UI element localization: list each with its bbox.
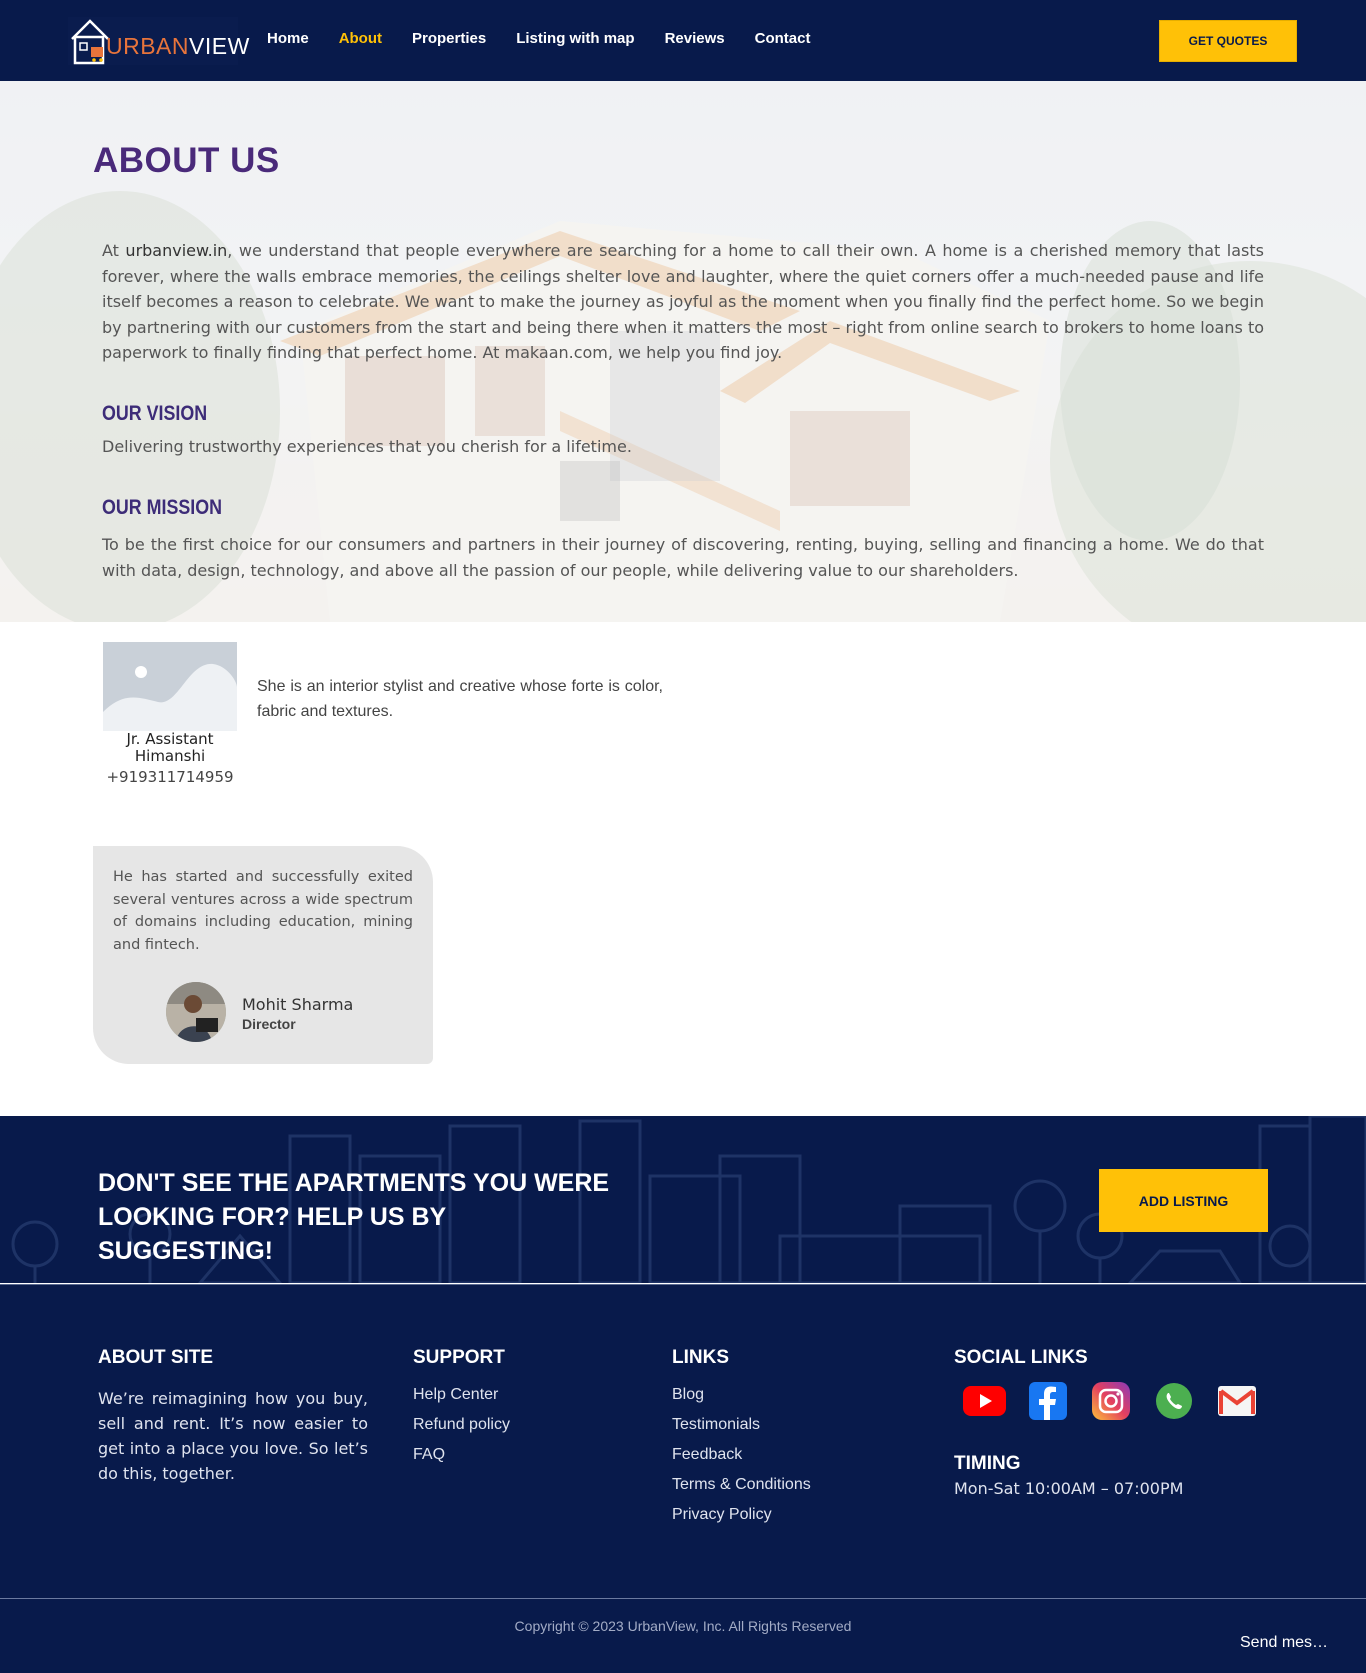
team-member-photo-placeholder <box>103 642 237 731</box>
person-photo-icon <box>166 982 226 1042</box>
footer-link-testimonials[interactable]: Testimonials <box>672 1416 811 1446</box>
team-member-phone[interactable]: +919311714959 <box>95 768 245 786</box>
suggest-listing-banner: DON'T SEE THE APARTMENTS YOU WERE LOOKIN… <box>0 1116 1366 1283</box>
footer-link-feedback[interactable]: Feedback <box>672 1446 811 1476</box>
vision-heading: OUR VISION <box>102 402 208 425</box>
vision-text: Delivering trustworthy experiences that … <box>102 437 632 456</box>
whatsapp-icon[interactable] <box>1152 1379 1195 1422</box>
urbanview-logo[interactable]: URBANVIEW <box>68 17 249 65</box>
testimonial-quote: He has started and successfully exited s… <box>113 869 413 953</box>
footer: ABOUT SITE We’re reimagining how you buy… <box>0 1284 1366 1673</box>
footer-about-text: We’re reimagining how you buy, sell and … <box>98 1389 368 1483</box>
testimonial-author-role: Director <box>242 1016 296 1032</box>
footer-link-terms[interactable]: Terms & Conditions <box>672 1476 811 1506</box>
footer-divider <box>0 1598 1366 1599</box>
add-listing-button[interactable]: ADD LISTING <box>1099 1169 1268 1232</box>
about-paragraph: At urbanview.in, we understand that peop… <box>102 241 1265 362</box>
nav-listing-with-map[interactable]: Listing with map <box>516 30 634 47</box>
about-section: ABOUT US At urbanview.in, we understand … <box>0 81 1366 622</box>
main-nav: Home About Properties Listing with map R… <box>252 30 825 47</box>
instagram-icon[interactable] <box>1089 1379 1132 1422</box>
team-member-description: She is an interior stylist and creative … <box>257 678 663 720</box>
nav-contact[interactable]: Contact <box>755 30 811 47</box>
footer-about-heading: ABOUT SITE <box>98 1347 214 1368</box>
social-links <box>963 1379 1278 1422</box>
mission-heading: OUR MISSION <box>102 496 223 519</box>
team-member-title: Jr. Assistant Himanshi <box>126 730 214 765</box>
page-title: ABOUT US <box>93 141 280 180</box>
image-placeholder-icon <box>103 642 237 731</box>
support-links: Help Center Refund policy FAQ <box>413 1386 510 1476</box>
nav-reviews[interactable]: Reviews <box>665 30 725 47</box>
get-quotes-button[interactable]: GET QUOTES <box>1159 20 1297 62</box>
office-hours: Mon-Sat 10:00AM – 07:00PM <box>954 1479 1184 1498</box>
send-message-chat-button[interactable]: Send mes… <box>1240 1634 1328 1652</box>
footer-social-heading: SOCIAL LINKS <box>954 1347 1088 1368</box>
avatar <box>166 982 226 1042</box>
footer-links-heading: LINKS <box>672 1347 729 1368</box>
brand-name: URBANVIEW <box>106 33 250 59</box>
copyright-text: Copyright © 2023 UrbanView, Inc. All Rig… <box>514 1618 852 1634</box>
footer-link-faq[interactable]: FAQ <box>413 1446 510 1476</box>
nav-about[interactable]: About <box>339 30 382 47</box>
footer-link-privacy[interactable]: Privacy Policy <box>672 1506 811 1536</box>
footer-timing-heading: TIMING <box>954 1453 1021 1474</box>
youtube-icon[interactable] <box>963 1379 1006 1422</box>
nav-home[interactable]: Home <box>267 30 309 47</box>
facebook-icon[interactable] <box>1026 1379 1069 1422</box>
nav-properties[interactable]: Properties <box>412 30 486 47</box>
cta-headline-line-1: DON'T SEE THE APARTMENTS YOU WERE <box>98 1169 610 1197</box>
mission-text: To be the first choice for our consumers… <box>102 535 1264 580</box>
site-link[interactable]: urbanview.in <box>125 241 227 260</box>
top-navbar: URBANVIEW Home About Properties Listing … <box>0 0 1366 81</box>
footer-links: Blog Testimonials Feedback Terms & Condi… <box>672 1386 811 1536</box>
footer-link-refund-policy[interactable]: Refund policy <box>413 1416 510 1446</box>
testimonial-card: He has started and successfully exited s… <box>93 846 433 1064</box>
footer-link-help-center[interactable]: Help Center <box>413 1386 510 1416</box>
cta-headline-line-2: LOOKING FOR? HELP US BY SUGGESTING! <box>98 1203 446 1265</box>
gmail-icon[interactable] <box>1215 1379 1258 1422</box>
footer-link-blog[interactable]: Blog <box>672 1386 811 1416</box>
footer-support-heading: SUPPORT <box>413 1347 505 1368</box>
testimonial-author-name: Mohit Sharma <box>242 995 354 1014</box>
